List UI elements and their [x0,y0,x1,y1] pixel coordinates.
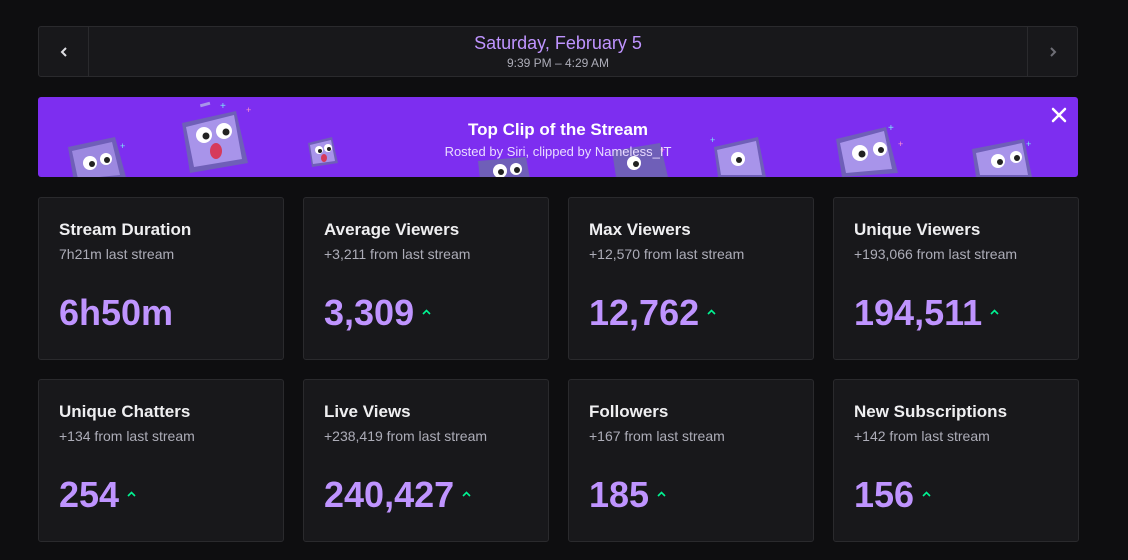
stat-title: Max Viewers [589,220,691,239]
stat-comparison: +238,419 from last stream [324,428,488,444]
svg-text:+: + [246,105,251,115]
stat-value-wrap: 3,309 [324,290,431,336]
close-icon[interactable] [1050,106,1068,124]
stat-value-wrap: 194,511 [854,290,999,336]
stream-date: Saturday, February 5 9:39 PM – 4:29 AM [89,27,1027,76]
stat-comparison: +134 from last stream [59,428,195,444]
top-clip-banner[interactable]: + + + + + + + + Top Clip of the Stream R… [38,97,1078,177]
stat-card-live-views: Live Views +238,419 from last stream 240… [303,379,549,542]
stat-title: Live Views [324,402,411,421]
trend-up-icon [922,491,931,497]
trend-up-icon [707,309,716,315]
stat-comparison: +167 from last stream [589,428,725,444]
stat-value: 194,511 [854,292,983,333]
stream-time-range: 9:39 PM – 4:29 AM [506,56,610,70]
trend-up-icon [422,309,431,315]
stat-card-average-viewers: Average Viewers +3,211 from last stream … [303,197,549,360]
trend-up-icon [990,309,999,315]
stat-card-unique-viewers: Unique Viewers +193,066 from last stream… [833,197,1079,360]
stat-value-wrap: 254 [59,472,136,518]
stat-value-wrap: 185 [589,472,666,518]
stat-value-wrap: 6h50m [59,290,173,336]
stat-comparison: +193,066 from last stream [854,246,1018,262]
stat-comparison: +142 from last stream [854,428,990,444]
date-navigator: Saturday, February 5 9:39 PM – 4:29 AM [38,26,1078,77]
stat-value: 12,762 [589,292,700,333]
stats-grid: Stream Duration 7h21m last stream 6h50m … [38,197,1079,542]
top-clip-info: Top Clip of the Stream Rosted by Siri, c… [38,119,1078,160]
stat-title: Unique Viewers [854,220,981,239]
stat-value: 240,427 [324,474,455,515]
svg-text:+: + [220,101,226,112]
trend-up-icon [657,491,666,497]
stat-value: 254 [59,474,120,515]
stat-card-max-viewers: Max Viewers +12,570 from last stream 12,… [568,197,814,360]
stat-title: New Subscriptions [854,402,1008,421]
stat-comparison: +12,570 from last stream [589,246,745,262]
previous-stream-button[interactable] [39,27,89,76]
stat-title: Average Viewers [324,220,460,239]
stat-value-wrap: 12,762 [589,290,716,336]
stat-comparison: +3,211 from last stream [324,246,471,262]
stat-title: Followers [589,402,669,421]
top-clip-subtitle: Rosted by Siri, clipped by Nameless_IT [444,144,672,159]
chevron-right-icon [1049,46,1056,57]
trend-up-icon [462,491,471,497]
stat-value-wrap: 156 [854,472,931,518]
stat-comparison: 7h21m last stream [59,246,175,262]
chevron-left-icon [60,46,67,57]
stat-card-new-subscriptions: New Subscriptions +142 from last stream … [833,379,1079,542]
stream-date-title: Saturday, February 5 [474,33,642,53]
stat-card-followers: Followers +167 from last stream 185 [568,379,814,542]
stat-value: 3,309 [324,292,415,333]
top-clip-title: Top Clip of the Stream [467,120,649,139]
stat-value: 185 [589,474,650,515]
mascot-illustration-4 [478,157,530,177]
stat-value: 156 [854,474,915,515]
stat-value-wrap: 240,427 [324,472,471,518]
stat-card-unique-chatters: Unique Chatters +134 from last stream 25… [38,379,284,542]
stat-title: Stream Duration [59,220,192,239]
stat-card-stream-duration: Stream Duration 7h21m last stream 6h50m [38,197,284,360]
next-stream-button[interactable] [1027,27,1077,76]
stat-value: 6h50m [59,292,174,333]
trend-up-icon [127,491,136,497]
stat-title: Unique Chatters [59,402,191,421]
